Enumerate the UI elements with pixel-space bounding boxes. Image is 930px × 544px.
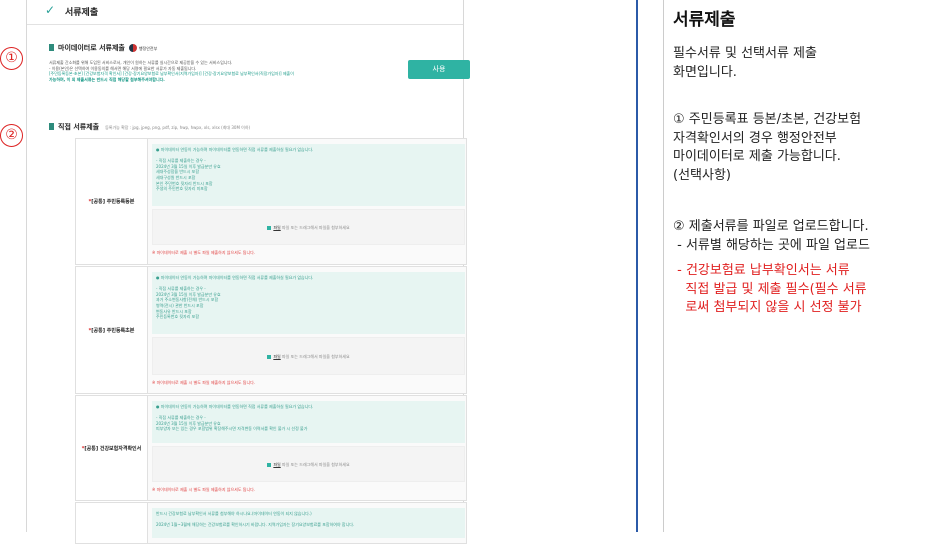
mydata-title: 마이데이터로 서류제출 (58, 44, 125, 52)
doc-info-box: 반드시 건강보험료 납부확인서 서류를 첨부해야 하시나요.(마이데이터 연동이… (152, 508, 465, 538)
panel-item-2: ② 제출서류를 파일로 업로드합니다. - 서류별 해당하는 곳에 파일 업로드 (673, 219, 870, 253)
panel-title: 서류제출 (673, 10, 736, 30)
file-icon (267, 226, 272, 230)
section-header: ✓ 서류제출 (27, 0, 463, 25)
doc-info-box: ● 마이데이터 연동이 가능하며 마이데이터를 연동하면 직접 서류를 제출하실… (152, 272, 465, 334)
document-icon (49, 44, 54, 51)
use-mydata-button[interactable]: 사용 (408, 60, 470, 79)
doc-row-resident-register: *[공통] 주민등록등본 ● 마이데이터 연동이 가능하며 마이데이터를 연동하… (75, 138, 467, 265)
doc-row-health-insurance-payment: 반드시 건강보험료 납부확인서 서류를 첨부해야 하시나요.(마이데이터 연동이… (75, 502, 467, 544)
file-icon (267, 355, 272, 359)
panel-intro: 필수서류 및 선택서류 제출 화면입니다. (673, 46, 817, 80)
file-link[interactable]: 파일 (273, 225, 280, 230)
section-title: 서류제출 (65, 8, 99, 18)
mydata-section-title: 마이데이터로 서류제출 행정안전부 (49, 43, 157, 53)
doc-info-box: ● 마이데이터 연동이 가능하며 마이데이터를 연동하면 직접 서류를 제출하실… (152, 401, 465, 443)
direct-section-title: 직접 서류제출 등록가능 확장 : jpg, jpeg, png, pdf, zi… (49, 122, 250, 132)
file-drop-zone[interactable]: 파일 파일 또는 드래그해서 파일을 첨부하세요 (152, 446, 465, 482)
marker-1: ① (0, 47, 23, 70)
screenshot-area: ✓ 서류제출 마이데이터로 서류제출 행정안전부 서류제출 간소화를 위해 도입된… (0, 0, 636, 544)
doc-row-health-insurance-qualification: *[공통] 건강보험자격확인서 ● 마이데이터 연동이 가능하며 마이데이터를 … (75, 395, 467, 501)
mydata-description: 서류제출 간소화를 위해 도입된 서비스로서, 개인이 원하는 서류를 실시간으… (49, 60, 294, 82)
file-icon (267, 463, 272, 467)
gov-label: 행정안전부 (138, 46, 158, 51)
marker-2: ② (0, 124, 23, 147)
mydata-warning: ※ 마이데이터로 제출 시 별도 파일 제출하지 않으셔도 됩니다. (152, 487, 256, 492)
panel-item-2-warning: - 건강보험료 납부확인서는 서류 직접 발급 및 제출 필수(필수 서류 로써… (677, 263, 867, 315)
check-icon: ✓ (45, 3, 56, 17)
file-drop-zone[interactable]: 파일 파일 또는 드래그해서 파일을 첨부하세요 (152, 337, 465, 375)
mydata-warning: ※ 마이데이터로 제출 시 별도 파일 제출하지 않으셔도 됩니다. (152, 250, 256, 255)
doc-row-resident-abstract: *[공통] 주민등록초본 ● 마이데이터 연동이 가능하며 마이데이터를 연동하… (75, 266, 467, 394)
gov-emblem-icon (128, 44, 137, 52)
panel-item-1: ① 주민등록표 등본/초본, 건강보험 자격확인서의 경우 행정안전부 마이데이… (673, 112, 862, 183)
doc-label: *[공통] 건강보험자격확인서 (76, 396, 148, 500)
application-form: ✓ 서류제출 마이데이터로 서류제출 행정안전부 서류제출 간소화를 위해 도입된… (26, 0, 470, 544)
doc-label: *[공통] 주민등록초본 (76, 267, 148, 393)
doc-label (76, 503, 148, 543)
direct-title: 직접 서류제출 (58, 123, 100, 131)
file-link[interactable]: 파일 (273, 462, 280, 467)
explanation-panel: 서류제출 필수서류 및 선택서류 제출 화면입니다. ① 주민등록표 등본/초본… (663, 0, 930, 532)
doc-info-box: ● 마이데이터 연동이 가능하며 마이데이터를 연동하면 직접 서류를 제출하실… (152, 144, 465, 206)
file-drop-zone[interactable]: 파일 파일 또는 드래그해서 파일을 첨부하세요 (152, 209, 465, 245)
doc-label: *[공통] 주민등록등본 (76, 139, 148, 264)
file-link[interactable]: 파일 (273, 354, 280, 359)
allowed-extensions-hint: 등록가능 확장 : jpg, jpeg, png, pdf, zip, hwp,… (105, 125, 251, 130)
mydata-warning: ※ 마이데이터로 제출 시 별도 파일 제출하지 않으셔도 됩니다. (152, 380, 256, 385)
document-icon (49, 123, 54, 130)
